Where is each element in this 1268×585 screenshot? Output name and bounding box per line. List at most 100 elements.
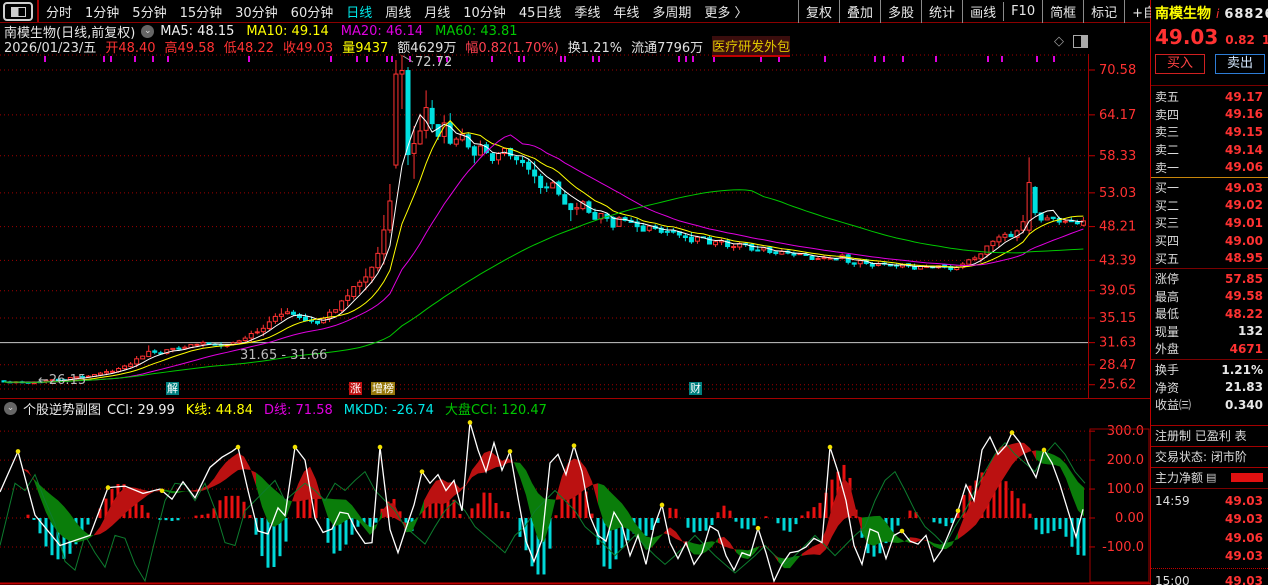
indicator-histogram-bar (717, 512, 720, 518)
event-tag[interactable]: 涨 (349, 382, 362, 395)
event-tag[interactable]: 增榜 (371, 382, 395, 395)
indicator-histogram-bar (603, 518, 606, 567)
tools-menu-item[interactable]: 多股 (880, 0, 921, 23)
kd-ribbon (232, 453, 238, 474)
period-menu-item[interactable]: 1分钟 (85, 2, 119, 21)
period-menu-item[interactable]: 周线 (385, 2, 411, 21)
ohlc-readout: 收49.03 (283, 37, 333, 56)
candle-body (400, 71, 404, 75)
tools-menu-item[interactable]: 叠加 (839, 0, 880, 23)
candle-body (388, 201, 392, 230)
collapse-chevron-icon[interactable]: ⌄ (4, 402, 17, 415)
indicator-readout: D线: 71.58 (264, 403, 333, 418)
diamond-icon[interactable]: ◇ (1054, 34, 1064, 49)
candle-body (304, 317, 308, 321)
indicator-histogram-bar (1017, 498, 1020, 518)
stat-row-label: 净资 (1155, 379, 1179, 396)
event-tag[interactable]: 解 (166, 382, 179, 395)
period-menu-item[interactable]: 日线 (346, 2, 372, 21)
turning-point-dot (956, 508, 961, 513)
bid-row-label: 买四 (1155, 232, 1179, 249)
candle-body (454, 139, 458, 144)
tools-menu-item[interactable]: 简框 (1042, 0, 1083, 23)
period-menu-item[interactable]: 60分钟 (291, 2, 334, 21)
bid-row[interactable]: 买一49.03 (1151, 179, 1268, 196)
peak-callout-line (403, 56, 413, 62)
signal-marker (152, 56, 154, 62)
layout-toggle-icon[interactable] (3, 2, 33, 21)
indicator-histogram-bar (507, 512, 510, 518)
kd-ribbon (586, 468, 592, 488)
indicator-axis-label: 200.0 (1107, 453, 1144, 468)
ask-row[interactable]: 卖四49.16 (1151, 106, 1268, 123)
list-icon[interactable]: ▤ (1206, 471, 1216, 484)
bid-row-value: 49.02 (1225, 198, 1263, 212)
indicator-histogram-bar (519, 518, 522, 537)
ask-row[interactable]: 卖三49.15 (1151, 123, 1268, 140)
stat-row: 外盘4671 (1151, 340, 1268, 357)
signal-marker (491, 56, 493, 62)
stat-row-value: 132 (1238, 324, 1263, 338)
indicator-histogram-bar (237, 496, 240, 518)
candle-body (780, 252, 784, 255)
flow-bar (1231, 473, 1263, 482)
main-flow-row[interactable]: 主力净额▤ (1151, 469, 1268, 486)
stat-row-label: 涨停 (1155, 270, 1179, 287)
peak-price-annotation: 72.72 (415, 55, 452, 70)
kd-ribbon (244, 457, 250, 470)
kd-ribbon (1030, 448, 1036, 459)
ask-row[interactable]: 卖一49.06 (1151, 159, 1268, 176)
event-tag[interactable]: 财 (689, 382, 702, 395)
buy-button[interactable]: 买入 (1155, 54, 1205, 74)
period-menu-item[interactable]: 月线 (424, 2, 450, 21)
candle-body (774, 252, 778, 254)
bid-row[interactable]: 买五48.95 (1151, 250, 1268, 267)
tools-menu-item[interactable]: 统计 (921, 0, 962, 23)
stat-row-value: 4671 (1230, 342, 1263, 356)
period-menu-item[interactable]: 分时 (46, 2, 72, 21)
bid-row[interactable]: 买四49.00 (1151, 232, 1268, 249)
ask-row-value: 49.17 (1225, 90, 1263, 104)
kd-ribbon (256, 473, 262, 507)
period-menu-item[interactable]: 10分钟 (463, 2, 506, 21)
period-menu-item[interactable]: 季线 (574, 2, 600, 21)
split-window-icon[interactable] (1073, 35, 1088, 48)
kd-ribbon (58, 500, 64, 538)
period-menu-item[interactable]: 多周期 (652, 2, 691, 21)
ask-row-value: 49.06 (1225, 160, 1263, 174)
kd-ribbon (250, 468, 256, 486)
ask-row[interactable]: 卖二49.14 (1151, 141, 1268, 158)
turning-point-dot (900, 529, 905, 534)
turning-point-dot (236, 445, 241, 450)
ohlc-readout: 高49.58 (165, 37, 215, 56)
sell-button[interactable]: 卖出 (1215, 54, 1265, 74)
info-icon[interactable]: i (1216, 7, 1219, 21)
tools-menu-item[interactable]: 画线 (962, 0, 1003, 23)
layout-toggle-glyph (11, 7, 26, 17)
tools-menu-item[interactable]: F10 (1003, 2, 1042, 21)
stat-row-value: 1.21% (1221, 363, 1263, 377)
period-menu-item[interactable]: 30分钟 (235, 2, 278, 21)
period-menu-item[interactable]: 15分钟 (180, 2, 223, 21)
ask-row[interactable]: 卖五49.17 (1151, 88, 1268, 105)
industry-badge[interactable]: 医疗研发外包 (712, 36, 790, 57)
period-menu-item[interactable]: 45日线 (519, 2, 562, 21)
period-menu-item[interactable]: 年线 (613, 2, 639, 21)
indicator-histogram-bar (33, 518, 36, 520)
charts-canvas[interactable]: 70.5864.1758.3353.0348.2143.3939.0535.15… (0, 0, 1268, 585)
period-menu-item[interactable]: 5分钟 (132, 2, 166, 21)
signal-marker (356, 56, 358, 62)
bid-row[interactable]: 买二49.02 (1151, 197, 1268, 214)
tools-menu-item[interactable]: 标记 (1083, 0, 1124, 23)
kd-ribbon (94, 527, 100, 535)
candle-body (418, 131, 422, 144)
indicator-axis-label: 100.0 (1107, 482, 1144, 497)
indicator-histogram-bar (1059, 518, 1062, 529)
bid-row[interactable]: 买三49.01 (1151, 214, 1268, 231)
candle-body (750, 244, 754, 250)
indicator-histogram-bar (933, 518, 936, 522)
period-menu-item[interactable]: 更多 〉 (704, 2, 747, 21)
tools-menu-item[interactable]: 复权 (798, 0, 839, 23)
collapse-chevron-icon[interactable]: ⌄ (141, 25, 154, 38)
kd-ribbon (688, 541, 694, 554)
